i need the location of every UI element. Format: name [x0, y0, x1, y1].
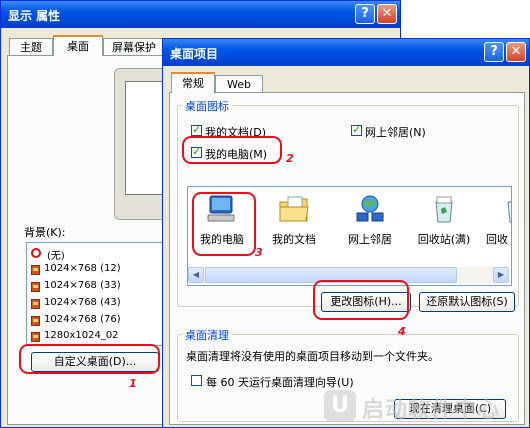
list-item-label: 1024×768 (43)	[44, 297, 121, 308]
icon-item-recycle-bin-empty[interactable]: 回收	[484, 191, 511, 251]
desktop-cleanup-group-title: 桌面清理	[182, 327, 232, 343]
cleanup-every-60-days-checkbox[interactable]: 每 60 天运行桌面清理向导(U)	[191, 374, 391, 389]
annotation-number-1: 1	[129, 377, 137, 390]
background-label: 背景(K):	[24, 226, 66, 239]
scroll-right-icon[interactable]: ▶	[493, 267, 509, 283]
background-list[interactable]: (无) 1024×768 (12) 1024×768 (33) 1024×768…	[26, 242, 168, 346]
annotation-circle-2	[182, 136, 282, 164]
tab-label: 主题	[20, 41, 42, 54]
annotation-circle-4	[313, 280, 409, 320]
image-file-icon	[31, 282, 40, 292]
icon-item-recycle-bin-full[interactable]: 回收站(满)	[412, 191, 476, 251]
desktop-icons-group-title: 桌面图标	[182, 98, 232, 114]
help-button[interactable]: ?	[355, 4, 375, 24]
checkbox-label: 网上邻居(N)	[365, 126, 426, 139]
icon-label: 我的文档	[272, 233, 316, 246]
window-title: 桌面项目	[170, 47, 219, 61]
list-item-label: 1024×768 (33)	[44, 280, 121, 291]
display-properties-titlebar[interactable]: 显示 属性 ? ✕	[1, 1, 400, 28]
annotation-number-2: 2	[286, 152, 294, 165]
icon-item-network-places[interactable]: 网上邻居	[338, 191, 402, 251]
my-documents-icon	[279, 196, 309, 222]
list-item-label: 1024×768 (12)	[44, 263, 121, 274]
checkbox-box	[191, 123, 202, 136]
image-file-icon	[31, 265, 40, 275]
none-icon	[31, 248, 41, 258]
image-file-icon	[31, 299, 40, 309]
annotation-number-4: 4	[398, 325, 406, 338]
tab-label: 屏幕保护	[112, 41, 156, 54]
icon-label: 回收	[486, 233, 508, 246]
tab-theme[interactable]: 主题	[9, 38, 53, 56]
list-item-label: 1024×768 (76)	[44, 314, 121, 325]
annotation-circle-3	[192, 192, 256, 256]
tab-web[interactable]: Web	[215, 75, 263, 93]
scroll-left-icon[interactable]: ◀	[188, 267, 204, 283]
list-item-label: (无)	[47, 251, 65, 262]
checkbox-box	[351, 123, 362, 136]
list-item-label: 1280x1024_02	[44, 330, 119, 341]
tab-label: 常规	[182, 77, 204, 90]
annotation-circle-1	[19, 344, 160, 374]
watermark-logo: U 启动软件中心	[324, 388, 524, 424]
network-places-icon	[356, 195, 384, 222]
recycle-bin-empty-icon	[507, 201, 511, 223]
tab-desktop[interactable]: 桌面	[53, 35, 103, 56]
tab-label: 桌面	[67, 40, 89, 53]
icon-item-my-documents[interactable]: 我的文档	[262, 191, 326, 251]
tab-screensaver[interactable]: 屏幕保护	[103, 38, 165, 56]
icon-label: 回收站(满)	[417, 233, 471, 246]
checkbox-box	[191, 375, 202, 386]
network-places-checkbox[interactable]: 网上邻居(N)	[351, 123, 451, 139]
image-file-icon	[31, 332, 40, 342]
help-button[interactable]: ?	[484, 42, 504, 62]
watermark-badge-icon: U	[324, 390, 356, 422]
window-title: 显示 属性	[8, 9, 61, 23]
restore-default-icon-button[interactable]: 还原默认图标(S)	[419, 292, 515, 312]
close-button[interactable]: ✕	[377, 4, 397, 24]
annotation-number-3: 3	[255, 246, 263, 259]
tab-label: Web	[227, 78, 251, 91]
watermark-text: 启动软件中心	[362, 398, 501, 423]
icon-label: 网上邻居	[348, 233, 392, 246]
close-button[interactable]: ✕	[506, 42, 526, 62]
recycle-bin-full-icon	[435, 196, 453, 223]
tab-general[interactable]: 常规	[171, 72, 215, 93]
desktop-items-titlebar[interactable]: 桌面项目 ? ✕	[163, 39, 529, 66]
image-file-icon	[31, 316, 40, 326]
cleanup-description: 桌面清理将没有使用的桌面项目移动到一个文件夹。	[186, 350, 439, 363]
